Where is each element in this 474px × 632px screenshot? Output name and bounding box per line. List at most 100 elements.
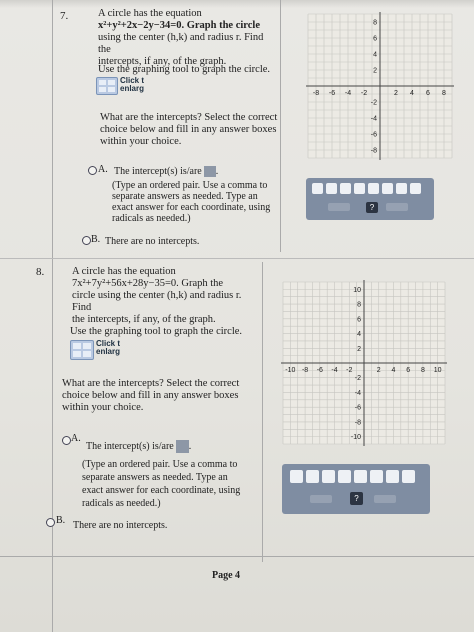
choice-a-text: The intercept(s) is/are xyxy=(114,166,202,177)
page-bottom-rule xyxy=(0,556,474,557)
ellipse-tool-icon[interactable] xyxy=(396,183,407,194)
worksheet-page: 7. A circle has the equation x²+y²+2x−2y… xyxy=(0,0,474,632)
enlarge-graph-icon xyxy=(96,77,118,95)
x-tick-label: -6 xyxy=(329,90,335,97)
x-tick-label: -2 xyxy=(361,90,367,97)
choice-b-text: There are no intercepts. xyxy=(105,236,200,247)
click-to-enlarge-button[interactable]: Click t enlarg xyxy=(96,77,156,95)
redo-button[interactable] xyxy=(374,495,396,503)
prompt-line-3: within your choice. xyxy=(62,402,144,413)
choice-b-radio[interactable] xyxy=(82,236,91,245)
answer-hint: (Type an ordered pair. Use a comma to se… xyxy=(112,180,282,224)
pointer-tool-icon[interactable] xyxy=(312,183,323,194)
y-tick-label: 4 xyxy=(373,52,377,59)
prompt-line-2: choice below and fill in any answer boxe… xyxy=(100,124,277,135)
x-tick-label: 4 xyxy=(410,90,414,97)
page-number: Page 4 xyxy=(212,570,241,581)
enlarge-label: enlarg xyxy=(120,84,145,93)
coordinate-grid[interactable]: -8 -6 -4 -2 2 4 6 8 8 6 4 2 -2 -4 -6 -8 xyxy=(300,10,460,162)
question-separator xyxy=(0,258,474,259)
y-tick-label: -2 xyxy=(371,100,377,107)
prompt-line-2: choice below and fill in any answer boxe… xyxy=(62,390,239,401)
x-tick-label: -8 xyxy=(313,90,319,97)
y-tick-label: 8 xyxy=(357,302,361,309)
y-tick-label: 6 xyxy=(357,316,361,323)
graphing-toolbar: ? xyxy=(306,178,434,220)
left-margin-line xyxy=(52,0,53,632)
y-tick-label: -6 xyxy=(355,405,361,412)
y-tick-label: 4 xyxy=(357,331,361,338)
y-tick-label: -2 xyxy=(355,375,361,382)
click-to-enlarge-button[interactable]: Click t enlarg xyxy=(70,340,130,360)
choice-b-letter: B. xyxy=(56,515,66,526)
problem-statement: A circle has the equation x²+y²+2x−2y−34… xyxy=(98,8,278,68)
hint-line-3: exact answer for each coordinate, using xyxy=(112,202,271,213)
enlarge-label: enlarg xyxy=(96,347,121,356)
x-tick-label: -10 xyxy=(285,367,295,374)
choice-b-radio[interactable] xyxy=(46,518,55,527)
choice-a-label: The intercept(s) is/are. xyxy=(114,166,219,178)
line-tool-icon[interactable] xyxy=(326,183,337,194)
curve-tool-icon[interactable] xyxy=(354,470,367,483)
undo-button[interactable] xyxy=(328,203,350,211)
hint-line-4: radicals as needed.) xyxy=(82,498,161,509)
equation: x²+y²+2x−2y−34=0. Graph the circle xyxy=(98,20,261,31)
choice-b-letter: B. xyxy=(91,234,101,245)
checkmark-tool-icon[interactable] xyxy=(340,183,351,194)
help-button[interactable]: ? xyxy=(350,492,363,505)
circle-tool-icon[interactable] xyxy=(382,183,393,194)
menu-tool-icon[interactable] xyxy=(402,470,415,483)
prompt-line-1: What are the intercepts? Select the corr… xyxy=(100,112,278,123)
x-tick-label: 10 xyxy=(434,367,442,374)
prompt-line-1: What are the intercepts? Select the corr… xyxy=(62,378,240,389)
intercepts-prompt: What are the intercepts? Select the corr… xyxy=(62,378,258,414)
redo-button[interactable] xyxy=(386,203,408,211)
pointer-tool-icon[interactable] xyxy=(290,470,303,483)
y-tick-label: -4 xyxy=(371,116,377,123)
ellipse-tool-icon[interactable] xyxy=(386,470,399,483)
question-number: 7. xyxy=(60,10,69,22)
problem-line-4: the intercepts, if any, of the graph. xyxy=(72,314,216,325)
x-tick-label: -8 xyxy=(302,367,308,374)
circle-tool-icon[interactable] xyxy=(370,470,383,483)
curve-tool-icon[interactable] xyxy=(368,183,379,194)
problem-line-1: A circle has the equation xyxy=(72,266,176,277)
x-tick-label: -6 xyxy=(317,367,323,374)
page-shadow xyxy=(0,0,474,8)
intercepts-prompt: What are the intercepts? Select the corr… xyxy=(100,112,280,148)
x-tick-label: 6 xyxy=(406,367,410,374)
y-tick-label: -8 xyxy=(371,148,377,155)
choice-a-letter: A. xyxy=(98,164,108,175)
column-divider-q8 xyxy=(262,262,263,562)
y-tick-label: -10 xyxy=(351,434,361,441)
x-tick-label: 4 xyxy=(392,367,396,374)
y-tick-label: -8 xyxy=(355,419,361,426)
answer-input-box[interactable] xyxy=(175,440,189,453)
answer-input-box[interactable] xyxy=(203,166,216,178)
x-tick-label: -2 xyxy=(346,367,352,374)
answer-hint: (Type an ordered pair. Use a comma to se… xyxy=(82,458,264,510)
choice-a-radio[interactable] xyxy=(62,436,71,445)
hint-line-1: (Type an ordered pair. Use a comma to xyxy=(112,180,268,191)
checkmark-tool-icon[interactable] xyxy=(322,470,335,483)
choice-a-label: The intercept(s) is/are. xyxy=(86,440,192,453)
x-tick-label: 8 xyxy=(421,367,425,374)
hint-line-1: (Type an ordered pair. Use a comma to xyxy=(82,459,238,470)
parabola-tool-icon[interactable] xyxy=(354,183,365,194)
undo-button[interactable] xyxy=(310,495,332,503)
x-tick-label: 2 xyxy=(377,367,381,374)
choice-a-radio[interactable] xyxy=(88,166,97,175)
line-tool-icon[interactable] xyxy=(306,470,319,483)
question-number: 8. xyxy=(36,266,45,278)
x-tick-label: 8 xyxy=(442,90,446,97)
hint-line-2: separate answers as needed. Type an xyxy=(82,472,228,483)
help-button[interactable]: ? xyxy=(366,202,378,213)
parabola-tool-icon[interactable] xyxy=(338,470,351,483)
choice-b-text: There are no intercepts. xyxy=(73,520,168,531)
menu-tool-icon[interactable] xyxy=(410,183,421,194)
graph-tools xyxy=(312,183,421,195)
problem-line-3: using the center (h,k) and radius r. Fin… xyxy=(98,32,264,55)
problem-line-3: circle using the center (h,k) and radius… xyxy=(72,290,242,313)
y-tick-label: 8 xyxy=(373,20,377,27)
coordinate-grid[interactable]: -10 -8 -6 -4 -2 2 4 6 8 10 10 8 6 4 2 -2 -4 -6 -8 -10 xyxy=(278,278,450,448)
